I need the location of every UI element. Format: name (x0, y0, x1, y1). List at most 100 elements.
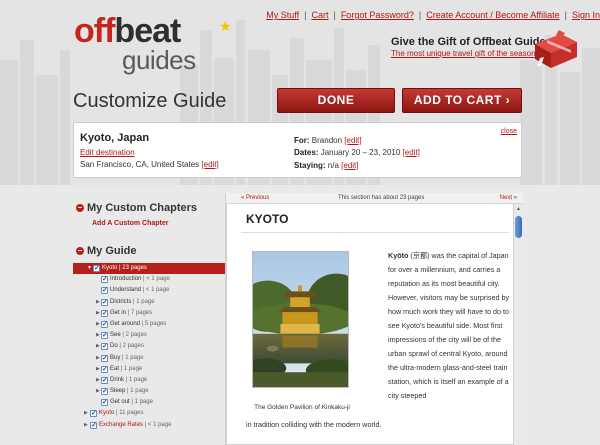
nav-sign-in-link[interactable]: Sign In (572, 10, 600, 20)
chapter-tree-row[interactable]: ▶ Sleep | 1 page (73, 386, 225, 397)
logo-wordmark: offbeat (74, 14, 196, 48)
chapter-tree-row[interactable]: ▶ Do | 2 pages (73, 341, 225, 352)
nav-forgot-password-link[interactable]: Forgot Password? (341, 10, 414, 20)
chapter-label[interactable]: Understand | < 1 page (110, 285, 169, 296)
close-link[interactable]: close (501, 128, 517, 135)
chapter-tree-row[interactable]: ▶ Drink | 1 page (73, 375, 225, 386)
chapter-checkbox[interactable] (101, 397, 108, 408)
chapter-name: Eat (110, 365, 120, 372)
dates-value: January 20 – 23, 2010 (320, 148, 401, 157)
chapter-name: Introduction (110, 276, 142, 283)
chapter-tree-row[interactable]: ▶ See | 2 pages (73, 330, 225, 341)
chapter-name: Kyoto (99, 410, 115, 417)
guide-sidebar: − My Custom Chapters Add A Custom Chapter… (73, 193, 225, 445)
article-scrollbar[interactable]: ▲ (514, 204, 523, 445)
chapter-tree-row[interactable]: ▶ Buy | 1 page (73, 353, 225, 364)
chapter-label[interactable]: Kyoto | 11 pages (99, 408, 143, 419)
article-body-continued: in tradition colliding with the modern w… (246, 420, 382, 429)
chapter-label[interactable]: See | 2 pages (110, 330, 147, 341)
expand-arrow-icon[interactable]: ▶ (96, 375, 100, 386)
chapter-tree-row[interactable]: Introduction | < 1 page (73, 274, 225, 285)
chapter-tree-row[interactable]: ▼ Kyoto | 23 pages (73, 263, 225, 275)
chapter-checkbox[interactable] (101, 386, 108, 397)
chapter-checkbox[interactable] (101, 285, 108, 296)
add-to-cart-button[interactable]: ADD TO CART › (402, 88, 522, 113)
chapter-checkbox[interactable] (101, 319, 108, 330)
chapter-label[interactable]: Do | 2 pages (110, 341, 144, 352)
edit-for-link[interactable]: [edit] (344, 136, 361, 145)
chapter-name: Districts (110, 298, 132, 305)
gift-promo-link[interactable]: The most unique travel gift of the seaso… (391, 49, 552, 58)
next-page-link[interactable]: Next » (500, 193, 517, 204)
chapter-label[interactable]: Get out | 1 page (110, 397, 153, 408)
chapter-tree-row[interactable]: Understand | < 1 page (73, 285, 225, 296)
chapter-checkbox[interactable] (101, 353, 108, 364)
expand-arrow-icon[interactable]: ▶ (96, 364, 100, 375)
chapter-name: Get in (110, 309, 127, 316)
edit-home-link[interactable]: [edit] (201, 160, 218, 169)
logo-part-off: off (74, 12, 115, 50)
chapter-tree-row[interactable]: ▶ Districts | 1 page (73, 297, 225, 308)
previous-page-link[interactable]: « Previous (241, 193, 269, 204)
chapter-tree-row[interactable]: ▶ Exchange Rates | < 1 page (73, 420, 225, 431)
gift-promo-title: Give the Gift of Offbeat Guides (391, 36, 552, 48)
expand-arrow-icon[interactable]: ▶ (96, 386, 100, 397)
chapter-tree-row[interactable]: ▶ Eat | 1 page (73, 364, 225, 375)
edit-dates-link[interactable]: [edit] (403, 148, 420, 157)
nav-my-stuff-link[interactable]: My Stuff (266, 10, 299, 20)
chapter-label[interactable]: Introduction | < 1 page (110, 274, 170, 285)
chapter-checkbox[interactable] (101, 274, 108, 285)
chapter-tree-row[interactable]: Get out | 1 page (73, 397, 225, 408)
expand-arrow-icon[interactable]: ▶ (96, 353, 100, 364)
my-guide-header[interactable]: − My Guide (76, 245, 137, 257)
nav-create-account-link[interactable]: Create Account / Become Affiliate (426, 10, 559, 20)
chapter-checkbox[interactable] (101, 341, 108, 352)
expand-arrow-icon[interactable]: ▶ (84, 408, 88, 419)
chapter-label[interactable]: Eat | 1 page (110, 364, 142, 375)
gift-box-icon[interactable] (531, 28, 581, 70)
chapter-page-count: | 1 page (119, 365, 143, 372)
chapter-checkbox[interactable] (101, 308, 108, 319)
chapter-tree-row[interactable]: ▶ Get in | 7 pages (73, 308, 225, 319)
expand-arrow-icon[interactable]: ▶ (96, 319, 100, 330)
expand-arrow-icon[interactable]: ▶ (96, 330, 100, 341)
chapter-label[interactable]: Get around | 5 pages (110, 319, 166, 330)
chapter-label[interactable]: Districts | 1 page (110, 297, 155, 308)
expand-arrow-icon[interactable]: ▶ (96, 308, 100, 319)
add-custom-chapter-link[interactable]: Add A Custom Chapter (92, 220, 168, 227)
expand-arrow-icon[interactable]: ▼ (87, 263, 92, 274)
my-custom-chapters-title: My Custom Chapters (87, 202, 198, 214)
chapter-label[interactable]: Buy | 1 page (110, 353, 144, 364)
chapter-tree-row[interactable]: ▶ Kyoto | 11 pages (73, 408, 225, 419)
chapter-label[interactable]: Kyoto | 23 pages (102, 263, 147, 274)
chapter-checkbox[interactable] (101, 297, 108, 308)
chapter-tree-row[interactable]: ▶ Get around | 5 pages (73, 319, 225, 330)
chapter-name: Understand (110, 287, 142, 294)
chapter-name: Get out (110, 399, 130, 406)
expand-arrow-icon[interactable]: ▶ (84, 420, 88, 431)
my-custom-chapters-header[interactable]: − My Custom Chapters (76, 202, 197, 214)
photo-caption: The Golden Pavilion of Kinkaku-ji (254, 404, 350, 411)
edit-destination-link[interactable]: Edit destination (80, 148, 135, 157)
trip-info-panel: Kyoto, Japan Edit destination San Franci… (73, 122, 522, 178)
chapter-checkbox[interactable] (90, 408, 97, 419)
chapter-label[interactable]: Drink | 1 page (110, 375, 147, 386)
expand-arrow-icon[interactable]: ▶ (96, 297, 100, 308)
chapter-checkbox[interactable] (101, 375, 108, 386)
nav-cart-link[interactable]: Cart (311, 10, 328, 20)
offbeat-guides-logo[interactable]: offbeat guides ★ (74, 14, 232, 73)
article-lead-term: Kyōto (388, 251, 409, 260)
chapter-label[interactable]: Get in | 7 pages (110, 308, 152, 319)
edit-staying-link[interactable]: [edit] (341, 161, 358, 170)
expand-arrow-icon[interactable]: ▶ (96, 341, 100, 352)
done-button[interactable]: DONE (277, 88, 395, 113)
chapter-checkbox[interactable] (90, 420, 97, 431)
scroll-up-icon[interactable]: ▲ (515, 205, 522, 214)
chapter-checkbox[interactable] (101, 364, 108, 375)
chapter-checkbox[interactable] (93, 263, 100, 274)
scrollbar-thumb[interactable] (515, 216, 522, 238)
chapter-checkbox[interactable] (101, 330, 108, 341)
home-location-text: San Francisco, CA, United States (80, 160, 200, 169)
chapter-label[interactable]: Exchange Rates | < 1 page (99, 420, 171, 431)
chapter-label[interactable]: Sleep | 1 page (110, 386, 149, 397)
